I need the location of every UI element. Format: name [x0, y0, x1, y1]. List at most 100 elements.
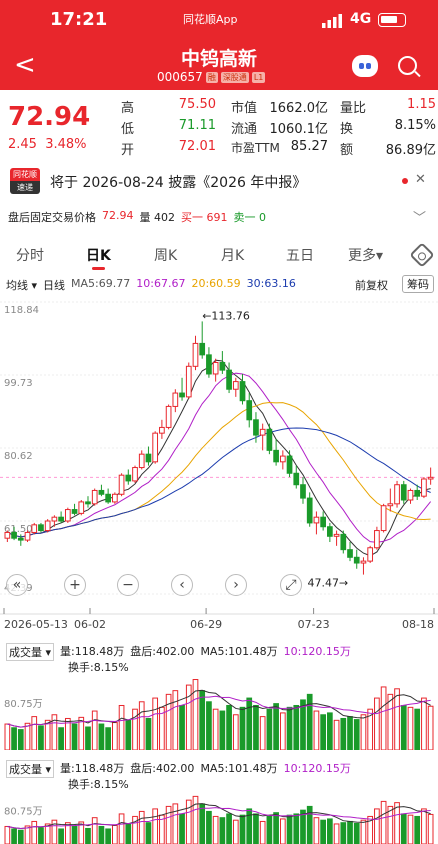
tab-more[interactable]: 更多▾ — [348, 245, 383, 265]
change-percent: 3.48% — [45, 137, 87, 152]
volume-bar — [360, 819, 367, 844]
volume-bar — [31, 716, 38, 750]
volume-bar — [253, 813, 259, 844]
chevron-down-icon[interactable]: ﹀ — [413, 207, 426, 226]
volume-bar — [219, 817, 226, 844]
volume-bar — [266, 708, 273, 750]
volume-bar — [71, 825, 78, 844]
zoom-in-icon[interactable]: + — [64, 574, 86, 596]
volume-bar — [374, 808, 380, 844]
volume-bar — [145, 717, 152, 750]
volume-bar — [17, 829, 24, 844]
assistant-robot-icon[interactable] — [352, 55, 378, 77]
volume-chart[interactable]: 80.75万 — [0, 672, 438, 750]
adjust-mode[interactable]: 前复权 — [355, 277, 388, 293]
volume-bar — [306, 693, 313, 750]
candle-body — [4, 531, 11, 539]
candle-body — [219, 362, 226, 371]
collapse-left-icon[interactable]: « — [6, 574, 28, 596]
tab-weekly[interactable]: 周K — [154, 245, 177, 265]
y-tick-label: 118.84 — [4, 305, 39, 316]
candle-body — [64, 509, 71, 522]
volume-bar — [98, 723, 105, 750]
volume-bar — [387, 693, 394, 750]
ma-mode-select[interactable]: 均线 ▾ — [6, 277, 37, 293]
volume-bar — [24, 825, 31, 844]
volume-bar — [414, 815, 421, 844]
volume-bar — [44, 719, 51, 750]
ma10-value: 10:67.67 — [136, 277, 186, 290]
after-hours-ask: 卖一 0 — [233, 211, 267, 224]
candle-body — [320, 516, 326, 528]
candle-body — [125, 474, 132, 482]
x-tick-label: 07-23 — [298, 618, 330, 631]
mcap-label: 市值 — [231, 101, 258, 116]
candle-body — [273, 449, 279, 463]
volume-bar — [421, 808, 427, 844]
ma10-line — [7, 372, 432, 543]
ma20-line — [7, 402, 431, 538]
candle-body — [239, 381, 246, 402]
high-value: 75.50 — [178, 97, 216, 112]
candle-body — [400, 484, 407, 501]
volume-bar — [239, 706, 246, 750]
candle-body — [159, 426, 165, 434]
volume-bar — [85, 827, 91, 844]
volume-bar — [414, 708, 421, 750]
battery-icon — [378, 13, 406, 27]
candle-body — [300, 484, 306, 499]
volume-bar — [374, 697, 380, 750]
scroll-right-icon[interactable]: › — [225, 574, 247, 596]
volume-bar — [38, 827, 44, 844]
volume-indicator-select[interactable]: 成交量 ▾ — [6, 643, 55, 661]
volume-bar — [112, 824, 118, 844]
volume-bar — [347, 820, 353, 844]
after-hours-row[interactable]: 盘后固定交易价格 72.94 量 402 买一 691 卖一 0 — [8, 209, 266, 225]
candle-body — [427, 476, 434, 480]
candle-body — [380, 505, 387, 532]
volume-bar — [347, 716, 353, 750]
ma30-line — [7, 427, 431, 538]
volume-bar — [333, 719, 340, 750]
close-icon[interactable]: ✕ — [415, 172, 426, 187]
volume-bar — [380, 686, 387, 750]
fullscreen-icon[interactable]: ⤢ — [280, 574, 302, 596]
min-price-label: 47.47→ — [307, 577, 348, 590]
candle-body — [333, 533, 340, 537]
volume-bar — [152, 697, 159, 750]
candle-body — [340, 533, 347, 551]
candle-body — [327, 526, 333, 537]
volume-bar — [11, 727, 17, 750]
chips-button[interactable]: 筹码 — [402, 275, 434, 293]
open-label: 开 — [121, 143, 135, 158]
after-hours-label: 盘后固定交易价格 — [8, 211, 96, 224]
volume-bar — [165, 693, 172, 750]
scroll-left-icon[interactable]: ‹ — [171, 574, 193, 596]
volume-ma10-line — [7, 695, 431, 728]
tab-intraday[interactable]: 分时 — [16, 245, 44, 265]
float-label: 流通 — [231, 122, 258, 137]
volume-bar — [279, 712, 286, 750]
tab-daily[interactable]: 日K — [86, 245, 111, 270]
notice-text[interactable]: 将于 2026-08-24 披露《2026 年中报》 — [50, 172, 306, 192]
volume-bar — [212, 815, 219, 844]
search-icon[interactable] — [398, 56, 417, 75]
tab-monthly[interactable]: 月K — [221, 245, 244, 265]
volume-ma10-line — [7, 807, 431, 830]
candle-body — [11, 531, 17, 539]
volume-bar — [279, 818, 286, 844]
zoom-out-icon[interactable]: − — [117, 574, 139, 596]
volume-scale-label: 80.75万 — [4, 806, 43, 817]
volume-bar — [85, 726, 91, 750]
volume-bar — [320, 714, 326, 750]
volume-bar — [306, 805, 313, 844]
volume-indicator-select-2[interactable]: 成交量 ▾ — [6, 760, 55, 778]
candle-body — [353, 556, 360, 564]
tab-five-day[interactable]: 五日 — [286, 245, 314, 265]
candle-body — [118, 474, 125, 495]
volume-chart-2[interactable]: 80.75万 — [0, 790, 438, 844]
volume-bar — [394, 688, 400, 750]
volume-ma10: 10:120.15万 — [283, 645, 351, 658]
candle-body — [91, 489, 98, 505]
max-price-label: ←113.76 — [202, 309, 250, 322]
